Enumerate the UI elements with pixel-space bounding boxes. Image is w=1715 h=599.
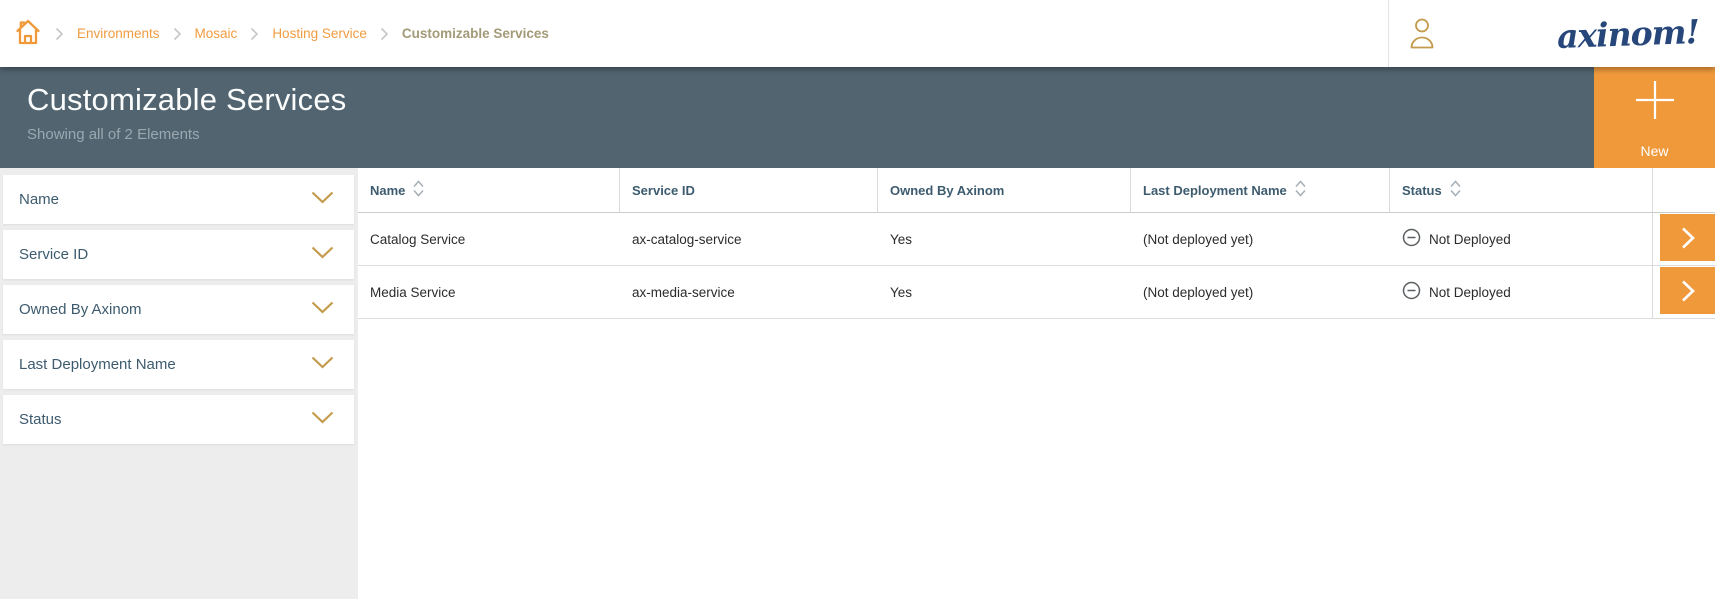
- chevron-down-icon: [311, 301, 334, 319]
- chevron-right-icon: [1680, 226, 1696, 250]
- page-subtitle: Showing all of 2 Elements: [27, 126, 1715, 143]
- breadcrumb: Environments Mosaic Hosting Service Cust…: [0, 17, 549, 50]
- cell-status: Not Deployed: [1390, 266, 1653, 319]
- content: Name Service ID Owned By Axinom Last Dep…: [0, 168, 1715, 599]
- filter-label: Last Deployment Name: [19, 356, 176, 373]
- filter-sidebar: Name Service ID Owned By Axinom Last Dep…: [0, 168, 358, 599]
- chevron-right-icon: [1680, 279, 1696, 303]
- breadcrumb-item-mosaic[interactable]: Mosaic: [195, 26, 238, 41]
- top-bar: Environments Mosaic Hosting Service Cust…: [0, 0, 1715, 67]
- chevron-right-icon: [380, 27, 389, 41]
- column-header-name[interactable]: Name: [358, 168, 620, 213]
- column-header-label: Service ID: [632, 183, 695, 198]
- breadcrumb-item-environments[interactable]: Environments: [77, 26, 160, 41]
- breadcrumb-home-link[interactable]: [14, 17, 42, 50]
- column-header-label: Last Deployment Name: [1143, 183, 1287, 198]
- cell-service-id: ax-media-service: [620, 266, 878, 319]
- column-header-last-deployment-name[interactable]: Last Deployment Name: [1131, 168, 1390, 213]
- page-header: Customizable Services Showing all of 2 E…: [0, 67, 1715, 168]
- filter-card-service-id[interactable]: Service ID: [3, 230, 354, 279]
- open-row-button[interactable]: [1660, 267, 1715, 314]
- new-button-label: New: [1594, 143, 1715, 159]
- chevron-down-icon: [311, 191, 334, 209]
- user-menu-button[interactable]: [1408, 16, 1436, 53]
- new-button[interactable]: New: [1594, 67, 1715, 168]
- sort-icon: [1450, 180, 1461, 200]
- cell-name: Media Service: [358, 266, 620, 319]
- open-row-button[interactable]: [1660, 214, 1715, 261]
- column-header-service-id: Service ID: [620, 168, 878, 213]
- topbar-divider: [1388, 0, 1389, 67]
- plus-icon: [1634, 79, 1676, 121]
- filter-card-status[interactable]: Status: [3, 395, 354, 444]
- cell-owned-by-axinom: Yes: [878, 266, 1131, 319]
- user-icon: [1408, 38, 1436, 53]
- page-title: Customizable Services: [27, 82, 1715, 118]
- filter-label: Name: [19, 191, 59, 208]
- cell-name: Catalog Service: [358, 213, 620, 266]
- filter-label: Owned By Axinom: [19, 301, 142, 318]
- axinom-logo[interactable]: axinom!: [1556, 12, 1699, 56]
- column-header-label: Name: [370, 183, 405, 198]
- status-label: Not Deployed: [1429, 285, 1511, 300]
- chevron-down-icon: [311, 411, 334, 429]
- table-grid: Name Service ID Owned By Axinom Last Dep…: [358, 168, 1715, 319]
- chevron-right-icon: [173, 27, 182, 41]
- column-header-owned-by-axinom: Owned By Axinom: [878, 168, 1131, 213]
- cell-service-id: ax-catalog-service: [620, 213, 878, 266]
- column-header-label: Status: [1402, 183, 1442, 198]
- filter-label: Service ID: [19, 246, 88, 263]
- cell-actions: [1652, 213, 1715, 266]
- column-header-actions: [1653, 168, 1715, 213]
- cell-owned-by-axinom: Yes: [878, 213, 1131, 266]
- services-table: Name Service ID Owned By Axinom Last Dep…: [358, 168, 1715, 599]
- filter-card-name[interactable]: Name: [3, 175, 354, 224]
- status-label: Not Deployed: [1429, 232, 1511, 247]
- chevron-down-icon: [311, 246, 334, 264]
- cell-actions: [1652, 266, 1715, 319]
- filter-card-last-deployment-name[interactable]: Last Deployment Name: [3, 340, 354, 389]
- chevron-down-icon: [311, 356, 334, 374]
- cell-last-deployment-name: (Not deployed yet): [1131, 266, 1390, 319]
- breadcrumb-current: Customizable Services: [402, 26, 549, 41]
- home-icon: [14, 17, 42, 50]
- cell-status: Not Deployed: [1390, 213, 1653, 266]
- chevron-right-icon: [250, 27, 259, 41]
- column-header-status[interactable]: Status: [1390, 168, 1653, 213]
- sort-icon: [1295, 180, 1306, 200]
- cell-last-deployment-name: (Not deployed yet): [1131, 213, 1390, 266]
- sort-icon: [413, 180, 424, 200]
- minus-circle-icon: [1402, 228, 1421, 250]
- breadcrumb-item-hosting-service[interactable]: Hosting Service: [272, 26, 367, 41]
- chevron-right-icon: [55, 27, 64, 41]
- column-header-label: Owned By Axinom: [890, 183, 1004, 198]
- filter-card-owned-by-axinom[interactable]: Owned By Axinom: [3, 285, 354, 334]
- filter-label: Status: [19, 411, 62, 428]
- minus-circle-icon: [1402, 281, 1421, 303]
